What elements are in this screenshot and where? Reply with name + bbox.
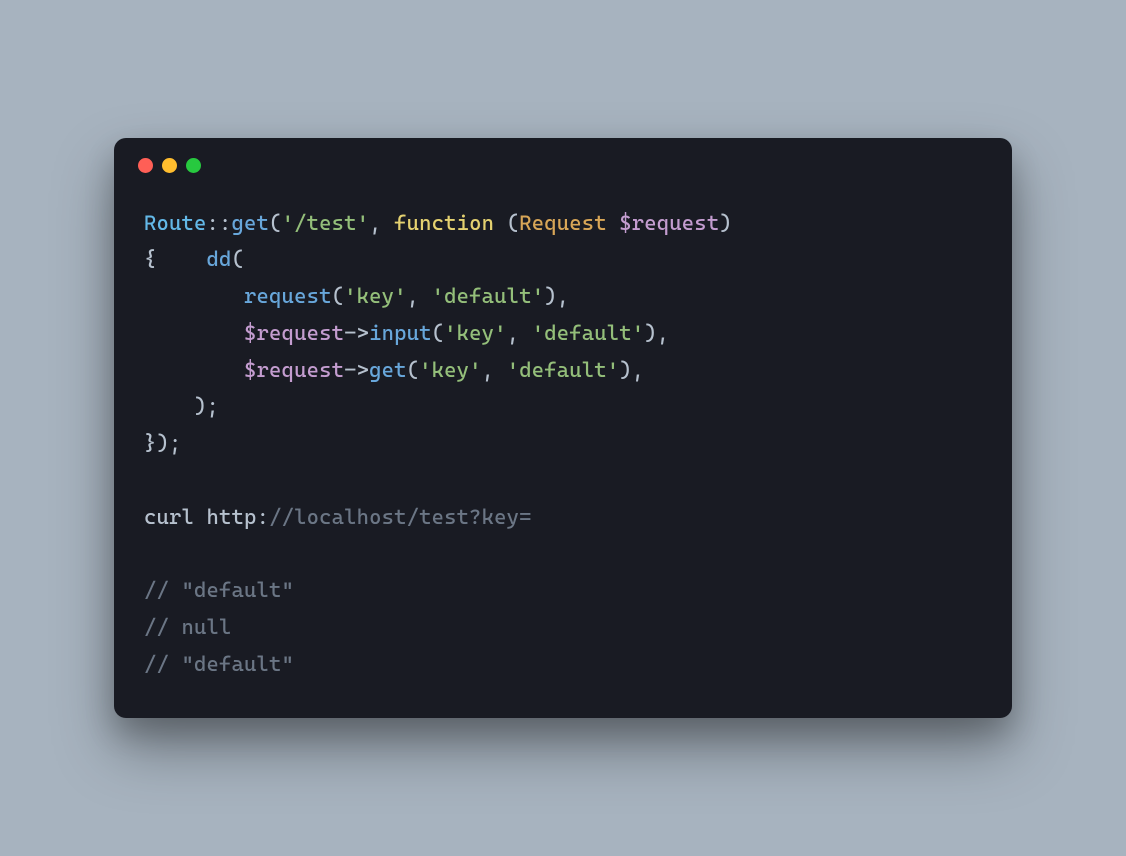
code-line: // null [144, 615, 232, 639]
token-space [607, 211, 620, 235]
token-string: '/test' [282, 211, 370, 235]
token-var: $request [244, 321, 344, 345]
code-content: Route::get('/test', function (Request $r… [114, 173, 1012, 719]
token-space [144, 284, 244, 308]
maximize-icon[interactable] [186, 158, 201, 173]
token-punct: ( [507, 211, 520, 235]
token-space [157, 247, 207, 271]
token-func: input [369, 321, 432, 345]
token-punct: ( [232, 247, 245, 271]
token-punct: , [657, 321, 670, 345]
token-space [494, 211, 507, 235]
token-punct: ) [644, 321, 657, 345]
token-func: get [369, 358, 407, 382]
token-keyword: function [394, 211, 494, 235]
code-window: Route::get('/test', function (Request $r… [114, 138, 1012, 719]
token-punct: ( [332, 284, 345, 308]
code-line: request('key', 'default'), [144, 284, 569, 308]
token-string: 'key' [419, 358, 482, 382]
code-line: // "default" [144, 652, 294, 676]
token-punct: : [257, 505, 270, 529]
token-string: 'default' [532, 321, 645, 345]
token-punct: ) [619, 358, 632, 382]
token-func: request [244, 284, 332, 308]
token-punct: ( [407, 358, 420, 382]
token-arrow: -> [344, 358, 369, 382]
code-line: $request->get('key', 'default'), [144, 358, 644, 382]
token-punct: }); [144, 431, 182, 455]
token-string: 'key' [444, 321, 507, 345]
token-punct: , [369, 211, 394, 235]
window-titlebar [114, 138, 1012, 173]
token-punct: ); [194, 394, 219, 418]
code-line: curl http://localhost/test?key= [144, 505, 532, 529]
close-icon[interactable] [138, 158, 153, 173]
token-punct: ) [719, 211, 732, 235]
token-punct: , [482, 358, 507, 382]
token-string: 'key' [344, 284, 407, 308]
token-punct: , [632, 358, 645, 382]
token-plain: http [207, 505, 257, 529]
token-punct: :: [207, 211, 232, 235]
token-space [144, 394, 194, 418]
code-line: Route::get('/test', function (Request $r… [144, 211, 732, 235]
token-comment: //localhost/test?key= [269, 505, 532, 529]
token-type: Request [519, 211, 607, 235]
token-func: get [232, 211, 270, 235]
code-line: $request->input('key', 'default'), [144, 321, 669, 345]
token-string: 'default' [507, 358, 620, 382]
code-line: { dd( [144, 247, 244, 271]
token-punct: ( [432, 321, 445, 345]
token-punct: { [144, 247, 157, 271]
token-var: $request [244, 358, 344, 382]
token-space [144, 358, 244, 382]
token-punct: ) [544, 284, 557, 308]
minimize-icon[interactable] [162, 158, 177, 173]
token-var: $request [619, 211, 719, 235]
token-space [194, 505, 207, 529]
token-space [144, 321, 244, 345]
code-line: }); [144, 431, 182, 455]
token-arrow: -> [344, 321, 369, 345]
code-line: ); [144, 394, 219, 418]
code-line: // "default" [144, 578, 294, 602]
token-string: 'default' [432, 284, 545, 308]
token-class: Route [144, 211, 207, 235]
token-punct: ( [269, 211, 282, 235]
token-punct: , [557, 284, 570, 308]
token-punct: , [407, 284, 432, 308]
token-func: dd [207, 247, 232, 271]
token-punct: , [507, 321, 532, 345]
token-plain: curl [144, 505, 194, 529]
